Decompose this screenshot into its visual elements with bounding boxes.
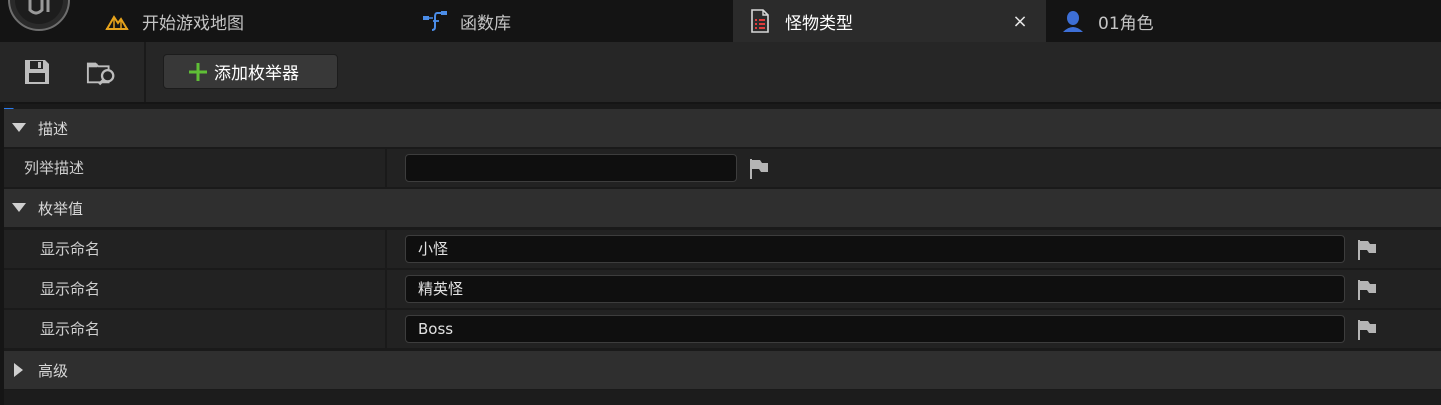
localization-flag-icon[interactable] [1356, 319, 1378, 341]
column-divider[interactable] [385, 230, 387, 268]
category-advanced[interactable]: 高级 [4, 351, 1441, 389]
collapse-arrow-icon[interactable] [12, 121, 26, 135]
category-label: 枚举值 [38, 199, 84, 218]
tab-start-game-map[interactable]: 开始游戏地图 [104, 0, 394, 42]
browse-in-content-icon[interactable] [86, 56, 118, 88]
asset-toolbar: 添加枚举器 [0, 42, 1441, 102]
toolbar-separator [144, 42, 146, 102]
display-name-input[interactable]: 精英怪 [405, 275, 1345, 303]
character-blueprint-icon [1060, 9, 1086, 33]
save-icon[interactable] [21, 56, 53, 88]
category-label: 高级 [38, 361, 69, 380]
property-label: 列举描述 [24, 159, 85, 177]
property-label: 显示命名 [40, 320, 101, 338]
function-library-icon [422, 9, 448, 33]
category-description[interactable]: 描述 [4, 109, 1441, 147]
tab-label: 开始游戏地图 [142, 13, 244, 34]
tab-label: 01角色 [1098, 13, 1154, 34]
tab-label: 函数库 [460, 13, 511, 34]
panel-bottom-area [4, 390, 1441, 405]
unreal-engine-logo-icon[interactable] [6, 0, 72, 32]
display-name-input[interactable]: 小怪 [405, 235, 1345, 263]
column-divider[interactable] [385, 310, 387, 348]
tab-label: 怪物类型 [785, 13, 853, 34]
collapse-arrow-icon[interactable] [12, 201, 26, 215]
tab-function-library[interactable]: 函数库 [422, 0, 712, 42]
enumerator-row: 显示命名 小怪 [4, 230, 1441, 268]
column-divider[interactable] [385, 270, 387, 308]
property-row-enum-description: 列举描述 [4, 149, 1441, 187]
enumerator-row: 显示命名 精英怪 [4, 270, 1441, 308]
category-label: 描述 [38, 119, 69, 138]
tab-monster-type[interactable]: 怪物类型 [733, 0, 1046, 42]
level-map-icon [104, 9, 130, 33]
column-divider[interactable] [385, 149, 387, 187]
add-enumerator-label: 添加枚举器 [214, 64, 299, 84]
localization-flag-icon[interactable] [1356, 279, 1378, 301]
tab-01-character[interactable]: 01角色 [1060, 0, 1350, 42]
localization-flag-icon[interactable] [1356, 239, 1378, 261]
enum-description-input[interactable] [405, 154, 737, 182]
enumerator-row: 显示命名 Boss [4, 310, 1441, 348]
enum-asset-icon [747, 9, 773, 33]
expand-arrow-icon[interactable] [12, 363, 26, 377]
category-enum-values[interactable]: 枚举值 [4, 189, 1441, 227]
localization-flag-icon[interactable] [748, 158, 770, 180]
property-label: 显示命名 [40, 280, 101, 298]
document-tab-bar: 开始游戏地图 函数库 怪物类型 × 01角色 [0, 0, 1441, 42]
add-enumerator-button[interactable]: 添加枚举器 [163, 54, 338, 89]
property-label: 显示命名 [40, 240, 101, 258]
display-name-input[interactable]: Boss [405, 315, 1345, 343]
plus-icon [189, 62, 207, 81]
close-tab-icon[interactable]: × [1008, 0, 1032, 42]
